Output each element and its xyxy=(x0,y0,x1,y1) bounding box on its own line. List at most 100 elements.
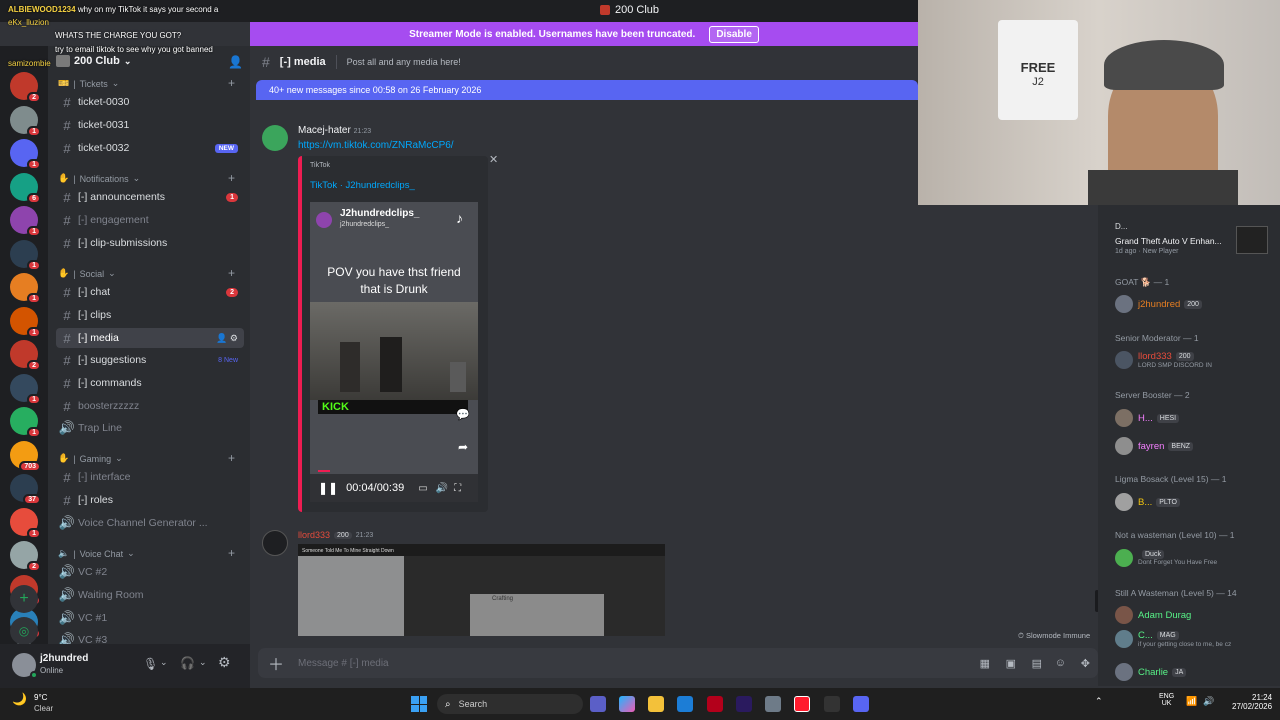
fullscreen-icon[interactable]: ⛶ xyxy=(454,483,461,494)
video-progress[interactable] xyxy=(318,470,330,472)
clock[interactable]: 21:24 27/02/2026 xyxy=(1232,693,1272,711)
activity-card[interactable]: D... Grand Theft Auto V Enhan... 1d ago … xyxy=(1108,220,1274,258)
member-item[interactable]: Adam Durag xyxy=(1115,605,1275,625)
category-tickets[interactable]: 🎫 | Tickets ⌄ xyxy=(58,78,119,89)
add-channel-icon[interactable]: + xyxy=(228,546,235,560)
copilot-icon[interactable] xyxy=(619,696,635,712)
channel-ticket-0031[interactable]: # ticket-0031 xyxy=(56,115,244,135)
server-icon[interactable]: 2 xyxy=(10,72,41,103)
sticker-icon[interactable]: ▤ xyxy=(1032,657,1042,670)
chevron-down-icon[interactable]: ⌄ xyxy=(160,657,168,668)
add-channel-icon[interactable]: + xyxy=(228,76,235,90)
channel-vc2[interactable]: 🔊 VC #2 xyxy=(56,562,244,582)
category-gaming[interactable]: ✋ | Gaming ⌄ xyxy=(58,453,123,464)
channel-clips[interactable]: # [-] clips xyxy=(56,305,244,325)
obs-icon[interactable] xyxy=(824,696,840,712)
wifi-icon[interactable]: 📶 xyxy=(1186,696,1197,707)
channel-ticket-0032[interactable]: # ticket-0032 NEW xyxy=(56,138,244,158)
microphone-icon[interactable]: 🎙 xyxy=(143,657,158,671)
opera-gx-icon[interactable] xyxy=(794,696,810,712)
message-image[interactable]: Someone Told Me To Mine Straight Down Cr… xyxy=(298,544,665,636)
captions-icon[interactable]: ▭ xyxy=(418,483,427,494)
file-explorer-icon[interactable] xyxy=(648,696,664,712)
teams-icon[interactable] xyxy=(590,696,606,712)
windows-start-icon[interactable] xyxy=(411,696,427,712)
channel-interface[interactable]: # [-] interface xyxy=(56,467,244,487)
embed-title[interactable]: TikTok · J2hundredclips_ xyxy=(310,180,415,191)
member-item[interactable]: fayren BENZ xyxy=(1115,436,1275,456)
server-icon[interactable]: 1 xyxy=(10,307,41,338)
channel-clip-submissions[interactable]: # [-] clip-submissions xyxy=(56,233,244,253)
member-item[interactable]: llord333 200 LORD SMP DISCORD IN xyxy=(1115,350,1275,370)
close-icon[interactable]: ✕ xyxy=(489,153,498,166)
add-server-icon[interactable]: + xyxy=(10,585,38,613)
server-icon[interactable]: 1 xyxy=(10,508,41,539)
weather-icon[interactable]: 🌙 xyxy=(12,692,27,706)
language-indicator[interactable]: ENG UK xyxy=(1159,693,1174,707)
add-channel-icon[interactable]: + xyxy=(228,451,235,465)
chevron-down-icon[interactable]: ⌄ xyxy=(199,657,207,668)
server-icon[interactable]: 1 xyxy=(10,106,41,137)
message-link[interactable]: https://vm.tiktok.com/ZNRaMcCP6/ xyxy=(298,140,454,151)
channel-roles[interactable]: # [-] roles xyxy=(56,490,244,510)
server-icon[interactable]: 1 xyxy=(10,240,41,271)
channel-announcements[interactable]: # [-] announcements 1 xyxy=(56,187,244,207)
server-icon[interactable]: 1 xyxy=(10,374,41,405)
volume-icon[interactable]: 🔊 xyxy=(436,483,448,494)
channel-trap-line[interactable]: 🔊 Trap Line xyxy=(56,418,244,438)
discover-icon[interactable]: ◎ xyxy=(10,617,38,645)
settings-app-icon[interactable] xyxy=(765,696,781,712)
new-messages-bar[interactable]: 40+ new messages since 00:58 on 26 Febru… xyxy=(256,80,918,100)
server-icon[interactable]: 1 xyxy=(10,407,41,438)
channel-commands[interactable]: # [-] commands xyxy=(56,373,244,393)
edge-icon[interactable] xyxy=(677,696,693,712)
channel-settings-icon[interactable]: 👤 ⚙ xyxy=(216,333,238,344)
gif-icon[interactable]: ▣ xyxy=(1006,657,1016,670)
channel-media[interactable]: # [-] media 👤 ⚙ xyxy=(56,328,244,348)
tray-overflow-icon[interactable]: ⌃ xyxy=(1095,696,1103,707)
category-voice[interactable]: 🔈 | Voice Chat ⌄ xyxy=(58,548,135,559)
acrobat-icon[interactable] xyxy=(707,696,723,712)
member-item[interactable]: H... HESI xyxy=(1115,408,1275,428)
category-social[interactable]: ✋ | Social ⌄ xyxy=(58,268,116,279)
member-item[interactable]: C... MAG if your getting close to me, be c… xyxy=(1115,629,1275,649)
volume-icon[interactable]: 🔊 xyxy=(1203,696,1214,707)
avatar[interactable] xyxy=(262,530,288,556)
message-input[interactable]: Message # [-] media xyxy=(298,658,389,669)
apps-icon[interactable]: ▦ xyxy=(980,657,990,670)
member-item[interactable]: Charlie JA xyxy=(1115,662,1275,682)
taskbar-search[interactable]: ⌕ Search xyxy=(437,694,583,714)
channel-voice-gen[interactable]: 🔊 Voice Channel Generator ... xyxy=(56,513,244,533)
add-channel-icon[interactable]: + xyxy=(228,266,235,280)
message-author[interactable]: llord333 200 21:23 xyxy=(298,530,373,540)
server-icon[interactable]: 6 xyxy=(10,173,41,204)
server-icon[interactable]: 2 xyxy=(10,541,41,572)
add-channel-icon[interactable]: + xyxy=(228,171,235,185)
category-notifications[interactable]: ✋ | Notifications ⌄ xyxy=(58,173,140,184)
server-icon[interactable]: 1 xyxy=(10,139,41,170)
channel-ticket-0030[interactable]: # ticket-0030 xyxy=(56,92,244,112)
avatar[interactable] xyxy=(262,125,288,151)
gear-icon[interactable]: ⚙ xyxy=(218,654,231,671)
message-author[interactable]: Macej-hater 21:23 xyxy=(298,125,371,136)
premiere-icon[interactable] xyxy=(736,696,752,712)
channel-boosterzzzzz[interactable]: # boosterzzzzz xyxy=(56,396,244,416)
headphones-icon[interactable]: 🎧 xyxy=(180,656,195,670)
server-icon[interactable]: 703 xyxy=(10,441,41,472)
channel-engagement[interactable]: # [-] engagement xyxy=(56,210,244,230)
emoji-icon[interactable]: ☺ xyxy=(1055,657,1066,669)
discord-taskbar-icon[interactable] xyxy=(853,696,869,712)
pause-icon[interactable]: ❚❚ xyxy=(318,481,338,495)
server-icon[interactable]: 1 xyxy=(10,206,41,237)
server-icon[interactable]: 2 xyxy=(10,340,41,371)
channel-waiting-room[interactable]: 🔊 Waiting Room xyxy=(56,585,244,605)
channel-chat[interactable]: # [-] chat 2 xyxy=(56,282,244,302)
add-attachment-icon[interactable]: ＋ xyxy=(268,651,284,675)
channel-vc1[interactable]: 🔊 VC #1 xyxy=(56,608,244,628)
member-item[interactable]: j2hundred 200 xyxy=(1115,294,1275,314)
app-launcher-icon[interactable]: ✥ xyxy=(1081,657,1090,670)
member-item[interactable]: B... PLTO xyxy=(1115,492,1275,512)
server-icon[interactable]: 37 xyxy=(10,474,41,505)
member-item[interactable]: Duck Dont Forget You Have Free xyxy=(1115,548,1275,568)
server-icon[interactable]: 1 xyxy=(10,273,41,304)
